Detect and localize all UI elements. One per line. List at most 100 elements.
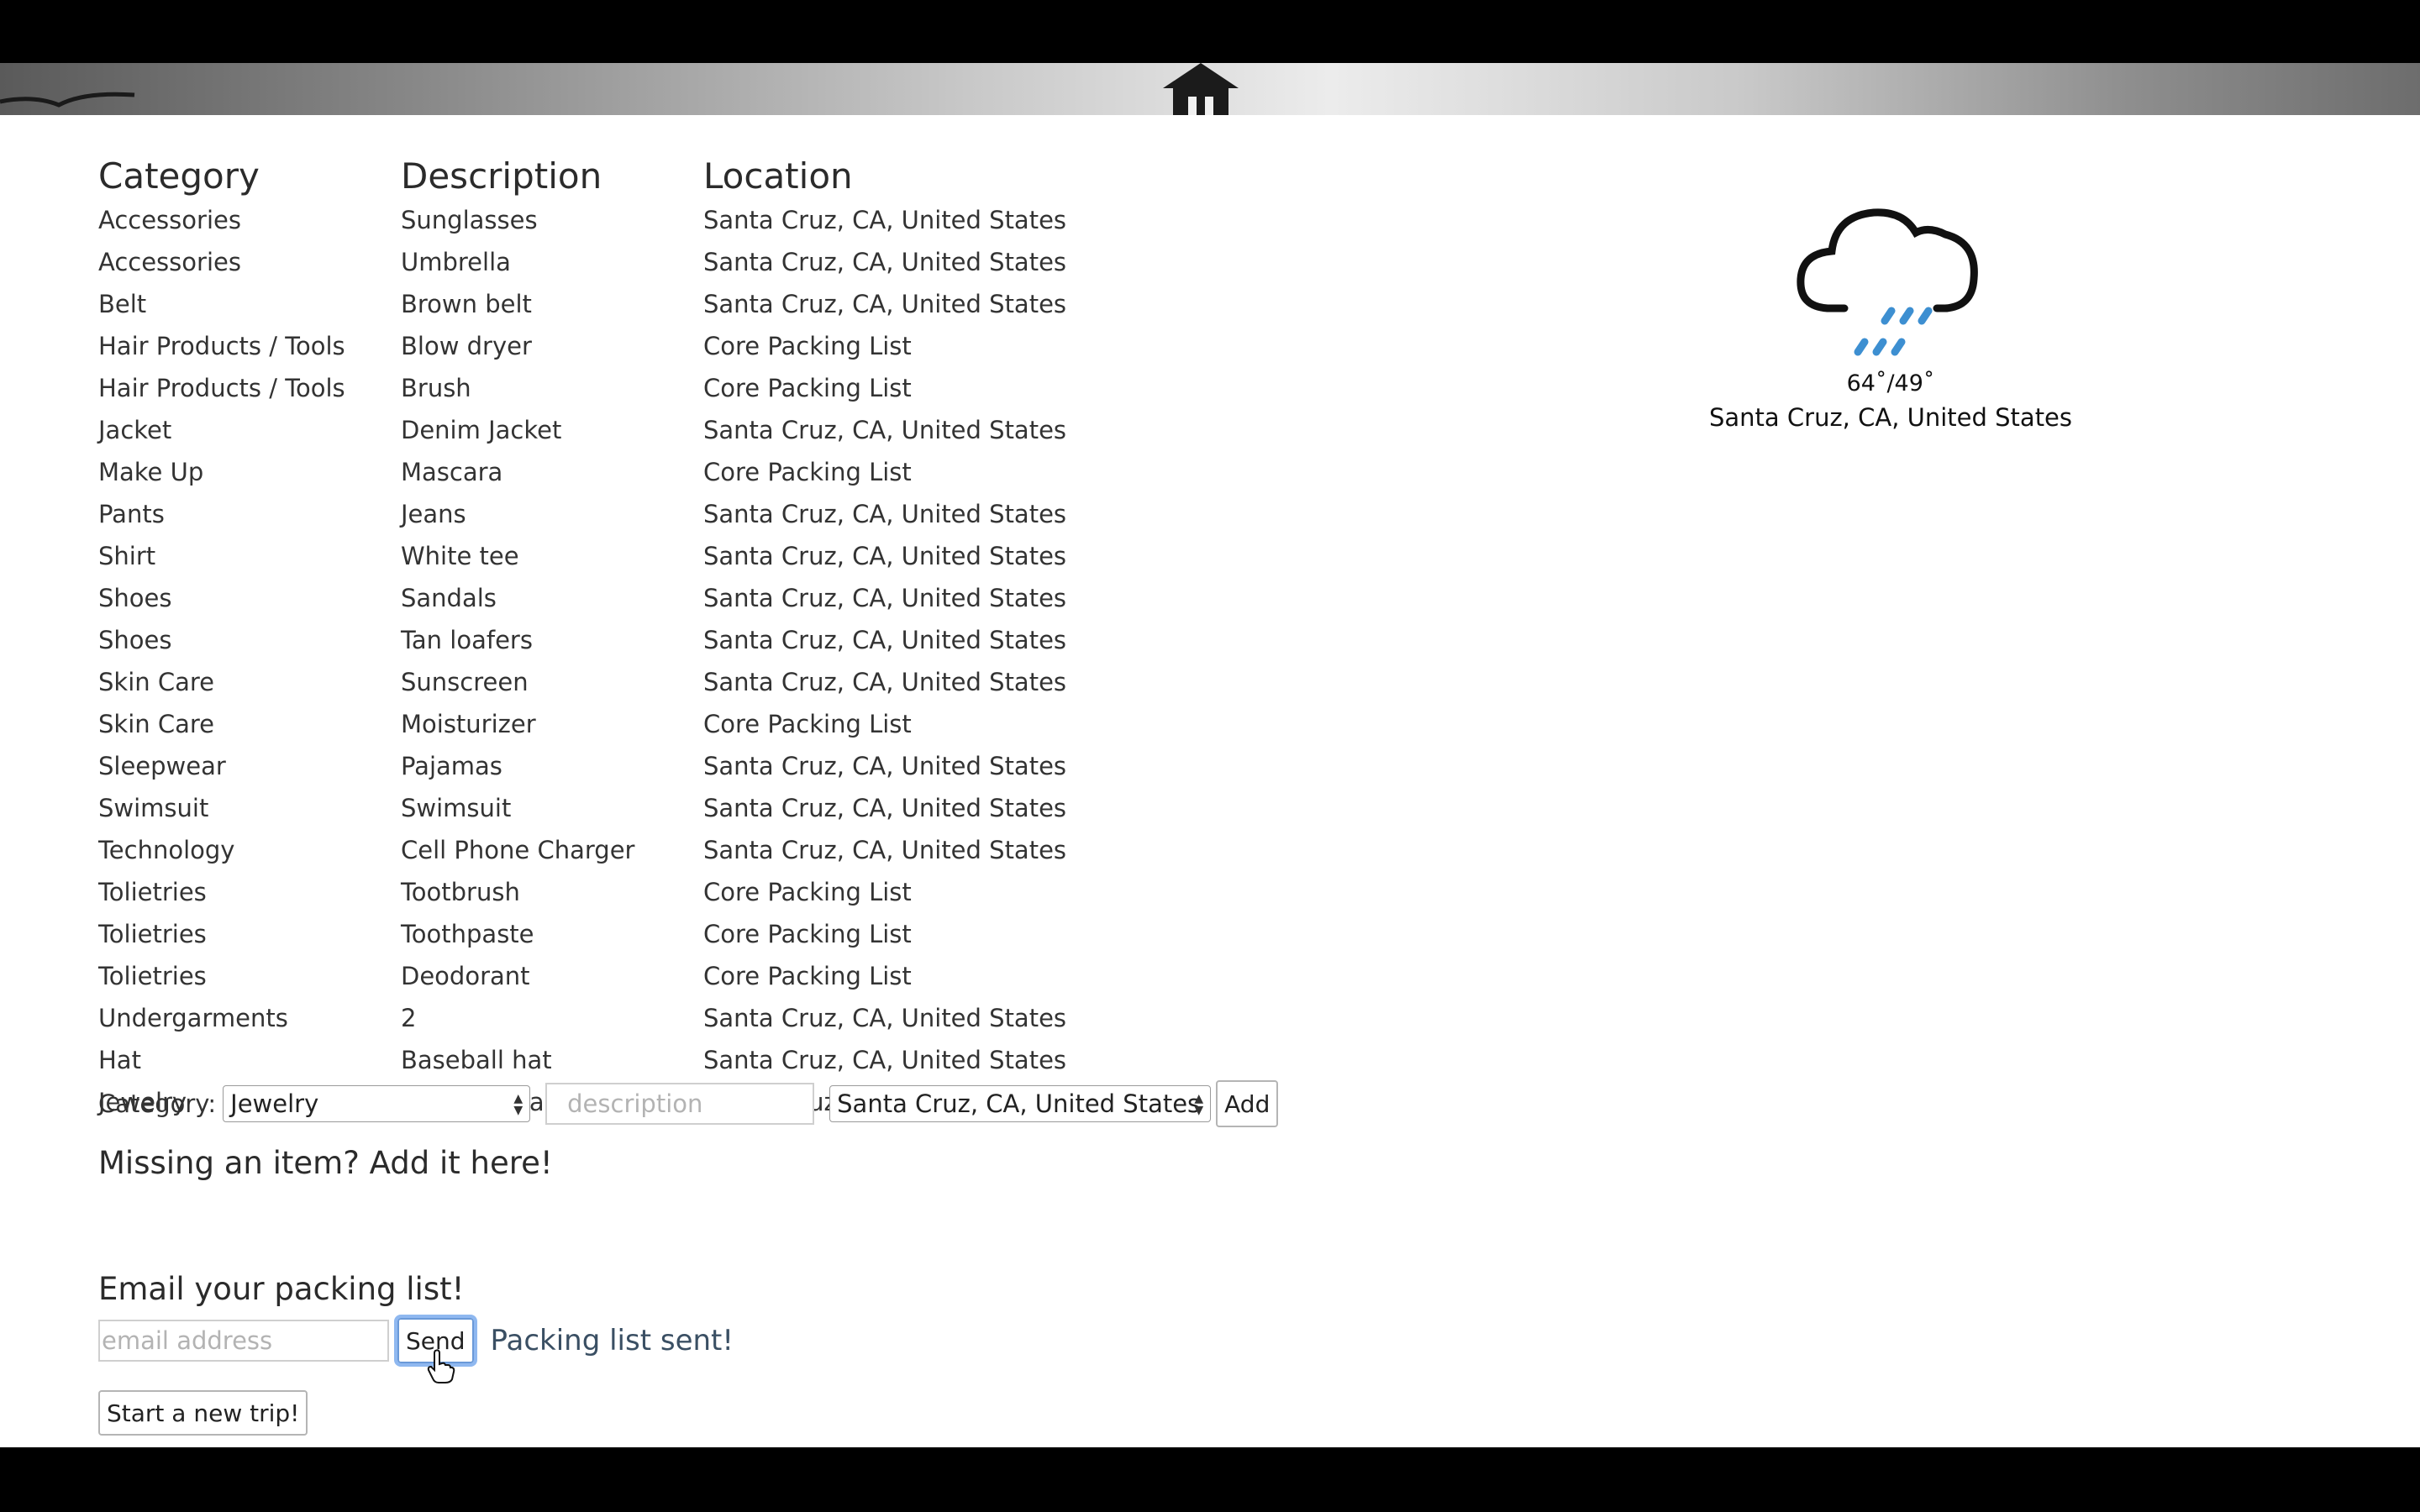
location-select[interactable]: Santa Cruz, CA, United States ▲ ▼: [829, 1085, 1212, 1122]
cell-description: Tan loafers: [401, 626, 533, 654]
cell-description: Brown belt: [401, 290, 532, 318]
cell-location: Santa Cruz, CA, United States: [703, 416, 1067, 444]
cell-location: Santa Cruz, CA, United States: [703, 500, 1067, 528]
table-row: Sleepwear Pajamas Santa Cruz, CA, United S…: [98, 745, 1123, 787]
cell-description: Swimsuit: [401, 794, 512, 822]
cell-location: Core Packing List: [703, 374, 912, 402]
cell-category: Undergarments: [98, 1004, 288, 1032]
main-content: Category Description Location Accessorie…: [0, 115, 2420, 1447]
weather-temperature: 64˚/49˚: [1846, 370, 1935, 396]
table-row: Make Up Mascara Core Packing List: [98, 451, 1123, 493]
table-row: Pants Jeans Santa Cruz, CA, United States: [98, 493, 1123, 535]
cell-category: Pants: [98, 500, 165, 528]
cell-description: 2: [401, 1004, 417, 1032]
cell-location: Santa Cruz, CA, United States: [703, 836, 1067, 864]
cell-description: Jeans: [401, 500, 466, 528]
cell-description: Pajamas: [401, 752, 502, 780]
category-select-value: Jewelry: [230, 1089, 319, 1118]
cell-location: Core Packing List: [703, 920, 912, 948]
cell-description: Sunglasses: [401, 206, 538, 234]
cell-category: Shirt: [98, 542, 156, 570]
cell-location: Core Packing List: [703, 878, 912, 906]
table-row: Shoes Sandals Santa Cruz, CA, United State…: [98, 577, 1123, 619]
description-input[interactable]: [545, 1083, 815, 1125]
cell-description: White tee: [401, 542, 519, 570]
select-arrows-icon: ▲ ▼: [513, 1092, 523, 1117]
cell-category: Accessories: [98, 248, 241, 276]
cell-location: Santa Cruz, CA, United States: [703, 248, 1067, 276]
table-row: Technology Cell Phone Charger Santa Cruz, …: [98, 829, 1123, 871]
cell-location: Santa Cruz, CA, United States: [703, 668, 1067, 696]
cell-description: Cell Phone Charger: [401, 836, 635, 864]
cell-location: Core Packing List: [703, 962, 912, 990]
cell-description: Mascara: [401, 458, 503, 486]
email-form: Send Packing list sent!: [98, 1315, 734, 1367]
table-row: Hat Baseball hat Santa Cruz, CA, United St…: [98, 1039, 1123, 1081]
add-item-heading: Missing an item? Add it here!: [98, 1145, 553, 1181]
table-row: Jacket Denim Jacket Santa Cruz, CA, United…: [98, 409, 1123, 451]
header-banner: [0, 63, 2420, 115]
cell-category: Sleepwear: [98, 752, 226, 780]
table-row: Skin Care Sunscreen Santa Cruz, CA, United…: [98, 661, 1123, 703]
cell-category: Skin Care: [98, 668, 215, 696]
cell-category: Tolietries: [98, 878, 207, 906]
column-header-location: Location: [703, 155, 853, 197]
cell-location: Core Packing List: [703, 332, 912, 360]
select-arrows-icon: ▲ ▼: [1194, 1092, 1204, 1117]
cell-category: Tolietries: [98, 920, 207, 948]
cell-description: Sunscreen: [401, 668, 529, 696]
start-new-trip-button[interactable]: Start a new trip!: [98, 1390, 308, 1436]
cell-category: Skin Care: [98, 710, 215, 738]
cell-location: Core Packing List: [703, 458, 912, 486]
table-row: Hair Products / Tools Brush Core Packing L…: [98, 367, 1123, 409]
cell-location: Santa Cruz, CA, United States: [703, 794, 1067, 822]
email-heading: Email your packing list!: [98, 1271, 465, 1307]
table-row: Undergarments 2 Santa Cruz, CA, United Sta…: [98, 997, 1123, 1039]
lighthouse-icon: [1163, 63, 1239, 115]
cell-description: Baseball hat: [401, 1046, 552, 1074]
rain-cloud-icon: [1797, 208, 1978, 356]
cell-category: Shoes: [98, 584, 172, 612]
cell-location: Santa Cruz, CA, United States: [703, 752, 1067, 780]
cell-category: Hair Products / Tools: [98, 374, 345, 402]
cell-category: Tolietries: [98, 962, 207, 990]
email-input[interactable]: [98, 1320, 389, 1362]
column-header-description: Description: [401, 155, 602, 197]
cell-category: Make Up: [98, 458, 204, 486]
table-row: Shoes Tan loafers Santa Cruz, CA, United S…: [98, 619, 1123, 661]
cell-location: Core Packing List: [703, 710, 912, 738]
table-row: Swimsuit Swimsuit Santa Cruz, CA, United S…: [98, 787, 1123, 829]
column-header-category: Category: [98, 155, 260, 197]
add-button[interactable]: Add: [1216, 1080, 1279, 1127]
cell-category: Jacket: [98, 416, 172, 444]
table-header-row: Category Description Location: [98, 152, 1123, 199]
weather-widget: 64˚/49˚ Santa Cruz, CA, United States: [1681, 191, 2101, 432]
add-item-form: Category: Jewelry ▲▼ Santa Cruz, CA, Uni…: [98, 1080, 1279, 1127]
cell-description: Deodorant: [401, 962, 530, 990]
cell-location: Santa Cruz, CA, United States: [703, 290, 1067, 318]
cell-location: Santa Cruz, CA, United States: [703, 626, 1067, 654]
cell-description: Toothpaste: [401, 920, 534, 948]
cell-category: Swimsuit: [98, 794, 209, 822]
cell-description: Moisturizer: [401, 710, 536, 738]
cell-description: Tootbrush: [401, 878, 520, 906]
cell-category: Hat: [98, 1046, 141, 1074]
table-row: Tolietries Deodorant Core Packing List: [98, 955, 1123, 997]
category-label: Category:: [98, 1089, 217, 1118]
cell-location: Santa Cruz, CA, United States: [703, 584, 1067, 612]
table-row: Shirt White tee Santa Cruz, CA, United Sta…: [98, 535, 1123, 577]
weather-location: Santa Cruz, CA, United States: [1708, 403, 2073, 432]
cell-description: Blow dryer: [401, 332, 532, 360]
category-select[interactable]: Jewelry ▲ ▼: [223, 1085, 531, 1122]
send-status-message: Packing list sent!: [490, 1324, 734, 1357]
packing-list-table: Category Description Location Accessorie…: [98, 152, 1123, 1123]
cell-description: Denim Jacket: [401, 416, 562, 444]
table-row: Skin Care Moisturizer Core Packing List: [98, 703, 1123, 745]
table-row: Tolietries Toothpaste Core Packing List: [98, 913, 1123, 955]
cell-location: Santa Cruz, CA, United States: [703, 1004, 1067, 1032]
cell-category: Accessories: [98, 206, 241, 234]
cell-location: Santa Cruz, CA, United States: [703, 206, 1067, 234]
location-select-value: Santa Cruz, CA, United States: [837, 1089, 1201, 1118]
table-row: Belt Brown belt Santa Cruz, CA, United Sta…: [98, 283, 1123, 325]
cell-description: Sandals: [401, 584, 497, 612]
